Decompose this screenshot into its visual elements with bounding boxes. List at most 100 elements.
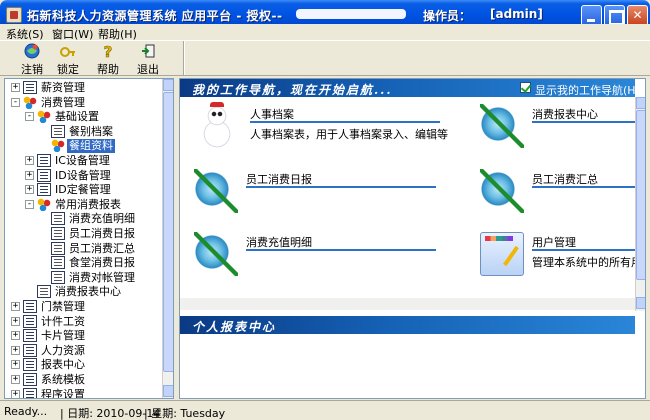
content-horizontal-scrollbar[interactable]	[180, 298, 635, 310]
tree-node-label: 基础设置	[55, 110, 99, 124]
report-header: 个人报表中心	[180, 316, 635, 334]
balls-icon	[37, 110, 51, 124]
nav-card-title[interactable]: 人事档案	[250, 106, 294, 122]
hat-icon	[210, 102, 224, 107]
document-icon	[51, 241, 65, 255]
balls-icon	[23, 95, 37, 109]
nav-card-underline	[250, 121, 440, 123]
collapse-icon[interactable]: -	[11, 97, 20, 107]
exit-icon	[142, 44, 155, 58]
expand-icon[interactable]: +	[11, 316, 20, 326]
expand-icon[interactable]: +	[11, 375, 20, 384]
system-icon	[23, 343, 37, 357]
content-scroll-thumb[interactable]	[636, 110, 645, 280]
window-title: 拓新科技人力资源管理系统 应用平台 - 授权--	[27, 9, 283, 23]
expand-icon[interactable]: +	[25, 170, 34, 180]
expand-icon[interactable]: +	[11, 389, 20, 398]
collapse-icon[interactable]: -	[25, 199, 34, 209]
toolbar: 注销 锁定 ? 帮助 退出	[0, 40, 650, 76]
lock-button[interactable]: 锁定	[50, 43, 86, 77]
nav-card-underline	[532, 186, 645, 188]
document-icon	[37, 285, 51, 299]
minimize-button[interactable]	[581, 5, 602, 26]
system-icon	[23, 329, 37, 343]
show-nav-label[interactable]: 显示我的工作导航(H)	[535, 82, 640, 98]
system-icon	[37, 183, 51, 197]
system-icon	[23, 300, 37, 313]
tree-node-label: 消费报表中心	[55, 285, 121, 299]
system-icon	[37, 154, 51, 167]
system-icon	[23, 314, 37, 328]
globe-icon[interactable]	[194, 169, 238, 213]
nav-title: 我的工作导航，现在开始启航...	[192, 83, 393, 97]
tree-node-label: 消费充值明细	[69, 212, 135, 226]
content-scroll-down[interactable]	[636, 297, 645, 309]
tree-scrollbar[interactable]	[162, 79, 173, 398]
logout-button[interactable]: 注销	[14, 43, 50, 77]
tree-node-label: 系统模板	[41, 373, 85, 386]
content-scroll-up[interactable]	[636, 97, 645, 109]
expand-icon[interactable]: +	[25, 185, 34, 195]
report-title: 个人报表中心	[192, 320, 277, 334]
tree-node-label: 程序设置	[41, 387, 85, 399]
tree-node-label: 报表中心	[41, 358, 85, 372]
navigation-tree: + 薪资管理 - 消费管理 - 基础设置 餐别档案 餐组资料 + IC设备管理 + ID设备管理 + ID…	[4, 78, 174, 399]
nav-card-title[interactable]: 员工消费日报	[246, 171, 312, 187]
scroll-up-arrow[interactable]	[163, 79, 173, 91]
exit-label: 退出	[137, 63, 159, 76]
status-weekday: | 星期: Tuesday	[144, 407, 226, 420]
document-icon	[51, 256, 65, 270]
close-button[interactable]: ✕	[627, 5, 648, 26]
expand-icon[interactable]: +	[11, 360, 20, 370]
operator-value: [admin]	[490, 7, 543, 21]
app-icon[interactable]	[6, 7, 22, 23]
globe-icon[interactable]	[480, 104, 524, 148]
status-bar: Ready... | 日期: 2010-09-14 | 星期: Tuesday	[0, 400, 650, 420]
lock-icon	[60, 47, 75, 57]
logout-icon	[24, 43, 40, 59]
nav-card-underline	[246, 249, 436, 251]
document-icon	[51, 270, 65, 284]
svg-text:?: ?	[104, 43, 113, 59]
content-scrollbar[interactable]	[635, 97, 645, 311]
help-button[interactable]: ? 帮助	[90, 43, 126, 77]
tree-node-label: 薪资管理	[41, 81, 85, 94]
nav-card-title[interactable]: 用户管理	[532, 234, 576, 250]
nav-card-underline	[246, 186, 436, 188]
tree-node-label: 卡片管理	[41, 329, 85, 343]
lock-label: 锁定	[57, 63, 79, 76]
globe-icon[interactable]	[194, 232, 238, 276]
expand-icon[interactable]: +	[11, 331, 20, 341]
scroll-thumb[interactable]	[163, 92, 173, 372]
balls-icon	[37, 197, 51, 211]
expand-icon[interactable]: +	[25, 156, 34, 165]
nav-card-title[interactable]: 消费充值明细	[246, 234, 312, 250]
tree-node-label: 员工消费日报	[69, 227, 135, 240]
help-label: 帮助	[97, 63, 119, 76]
tree-node-label: 餐别档案	[69, 124, 113, 138]
tree-node-label: 食堂消费日报	[69, 256, 135, 270]
scroll-down-arrow[interactable]	[163, 385, 173, 397]
globe-icon[interactable]	[480, 169, 524, 213]
collapse-icon[interactable]: -	[25, 112, 34, 122]
show-nav-checkbox[interactable]	[520, 82, 531, 93]
tree-node-label: ID设备管理	[55, 168, 111, 182]
tree-node-label: 常用消费报表	[55, 197, 121, 211]
tree-node-label: ID定餐管理	[55, 183, 111, 197]
tree-node-label: 人力资源	[41, 343, 85, 357]
system-icon	[23, 387, 37, 398]
document-icon	[51, 124, 65, 138]
expand-icon[interactable]: +	[11, 83, 20, 92]
expand-icon[interactable]: +	[11, 302, 20, 311]
tree-node-label: 计件工资	[41, 314, 85, 328]
logout-label: 注销	[21, 63, 43, 76]
exit-button[interactable]: 退出	[130, 43, 166, 77]
nav-card-title[interactable]: 员工消费汇总	[532, 171, 598, 187]
snowman-icon[interactable]	[198, 102, 242, 148]
nav-card-title[interactable]: 消费报表中心	[532, 106, 598, 122]
palette-icon[interactable]	[480, 232, 524, 276]
maximize-button[interactable]	[604, 5, 625, 26]
tree-node-label: 消费管理	[41, 95, 85, 109]
expand-icon[interactable]: +	[11, 345, 20, 355]
toolbar-separator	[183, 41, 185, 75]
